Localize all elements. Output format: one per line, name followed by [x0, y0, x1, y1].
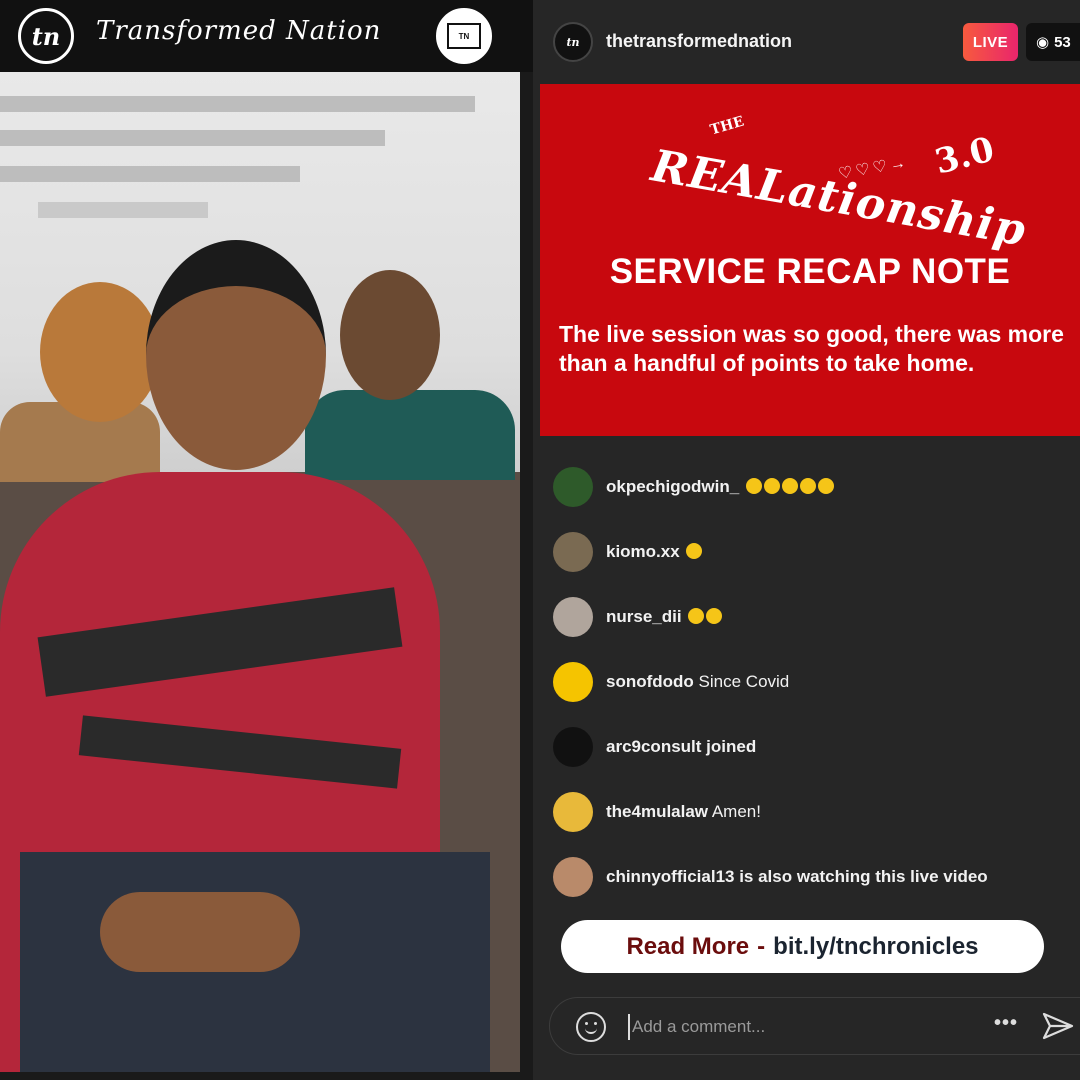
comment-username[interactable]: arc9consult joined: [606, 737, 756, 756]
emoji-picker-icon[interactable]: [576, 1012, 606, 1042]
comment-username[interactable]: okpechigodwin_: [606, 477, 739, 496]
user-avatar[interactable]: [553, 532, 593, 572]
person-right-body: [305, 390, 515, 480]
user-avatar[interactable]: [553, 727, 593, 767]
comment-username[interactable]: the4mulalaw: [606, 802, 708, 821]
comment-item: kiomo.xx: [553, 532, 1073, 572]
person-right-head: [340, 270, 440, 400]
user-avatar[interactable]: [553, 792, 593, 832]
more-options-icon[interactable]: •••: [994, 1012, 1018, 1035]
emoji-icon: [686, 607, 723, 626]
recap-body: The live session was so good, there was …: [559, 321, 1064, 376]
speaker-head: [146, 240, 326, 470]
viewer-count[interactable]: ◉ 53: [1026, 23, 1080, 61]
speaker-hands: [100, 892, 300, 972]
comment-item: chinnyofficial13 is also watching this l…: [553, 857, 1073, 897]
recap-card: THE REALationship ♡♡♡→ 3.0 SERVICE RECAP…: [540, 84, 1080, 436]
comment-text: Since Covid: [698, 672, 790, 691]
read-more-url[interactable]: bit.ly/tnchronicles: [773, 933, 978, 961]
comment-item: okpechigodwin_: [553, 467, 1073, 507]
comment-item: sonofdodo Since Covid: [553, 662, 1073, 702]
eye-icon: ◉: [1036, 34, 1050, 51]
host-avatar[interactable]: tn: [553, 22, 593, 62]
viewer-count-value: 53: [1054, 33, 1071, 51]
live-video-feed[interactable]: [0, 72, 520, 1072]
comment-item: arc9consult joined: [553, 727, 1073, 767]
event-logo-version: 3.0: [931, 129, 999, 183]
ceiling-stripe: [0, 166, 300, 182]
comment-username[interactable]: kiomo.xx: [606, 542, 680, 561]
emoji-icon: [684, 542, 703, 561]
read-more-button[interactable]: Read More - bit.ly/tnchronicles: [561, 920, 1044, 973]
comment-item: nurse_dii: [553, 597, 1073, 637]
comment-text: Amen!: [711, 802, 761, 821]
comment-item: the4mulalaw Amen!: [553, 792, 1073, 832]
read-more-label: Read More: [626, 932, 750, 960]
comment-username[interactable]: nurse_dii: [606, 607, 682, 626]
ceiling-stripe: [0, 96, 475, 112]
comment-input[interactable]: [628, 1014, 988, 1040]
ceiling-stripe: [0, 130, 385, 146]
brand-name: Transformed Nation: [96, 16, 382, 46]
ceiling-stripe: [38, 202, 208, 218]
person-left-head: [40, 282, 160, 422]
emoji-icon: [744, 477, 834, 496]
user-avatar[interactable]: [553, 662, 593, 702]
comment-username[interactable]: sonofdodo: [606, 672, 694, 691]
recap-title: SERVICE RECAP NOTE: [609, 252, 1011, 291]
brand-bar: tn Transformed Nation TN: [0, 0, 533, 72]
live-header: tn thetransformednation LIVE ◉ 53: [533, 0, 1080, 84]
host-username[interactable]: thetransformednation: [606, 31, 792, 52]
brand-logo: tn: [18, 8, 74, 64]
user-avatar[interactable]: [553, 857, 593, 897]
user-avatar[interactable]: [553, 597, 593, 637]
user-avatar[interactable]: [553, 467, 593, 507]
live-badge: LIVE: [963, 23, 1018, 61]
event-logo-the: THE: [708, 113, 746, 139]
read-more-separator: -: [757, 932, 766, 960]
comment-username[interactable]: chinnyofficial13 is also watching this l…: [606, 867, 988, 886]
brand-badge-text: TN: [447, 23, 481, 49]
brand-badge: TN: [436, 8, 492, 64]
send-icon[interactable]: [1042, 1012, 1074, 1040]
live-chat-panel: tn thetransformednation LIVE ◉ 53 THE RE…: [533, 0, 1080, 1080]
comment-bar: •••: [549, 997, 1080, 1055]
